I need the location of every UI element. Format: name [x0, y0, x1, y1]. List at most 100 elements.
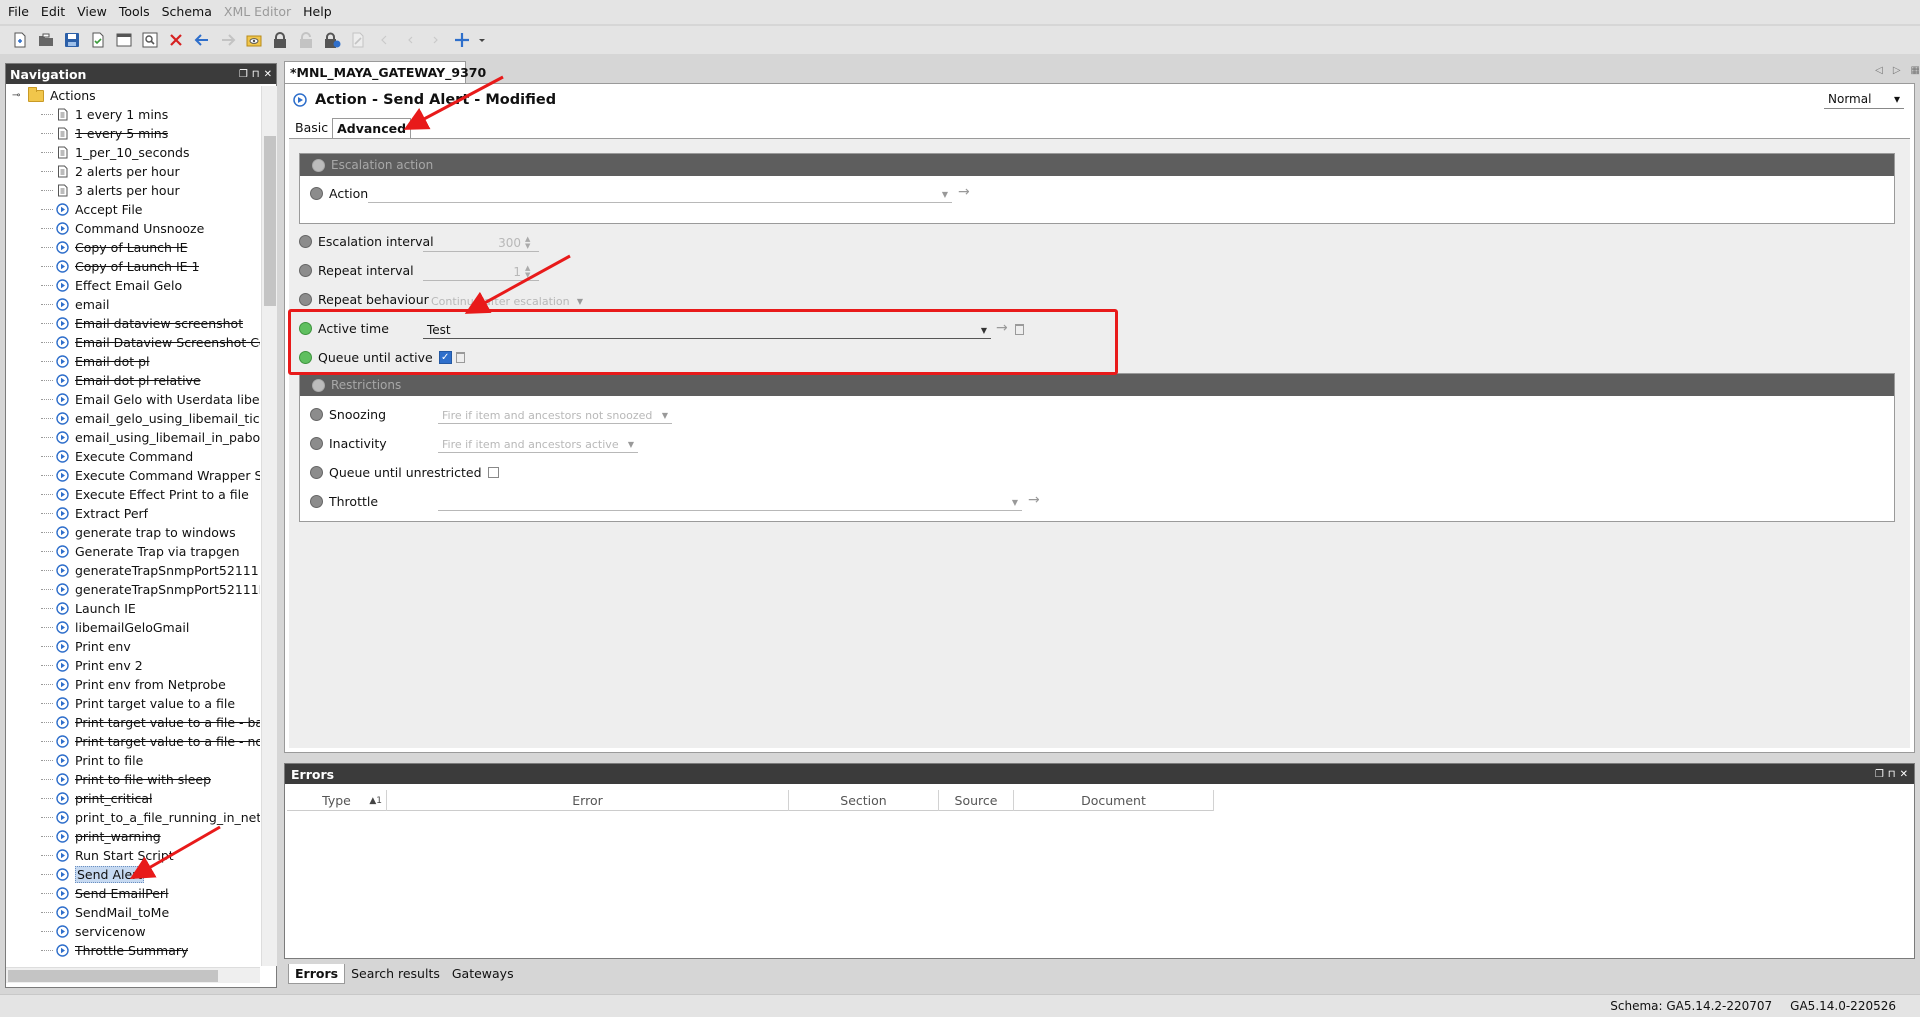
tree-item[interactable]: Print target value to a file - not wo: [6, 732, 260, 751]
tree-item[interactable]: 1 every 1 mins: [6, 105, 260, 124]
pin-icon[interactable]: ⊓: [1888, 769, 1896, 780]
close-icon[interactable]: ✕: [264, 69, 272, 80]
tree-item[interactable]: 1 every 5 mins: [6, 124, 260, 143]
column-error[interactable]: Error: [387, 790, 789, 811]
snoozing-select[interactable]: Fire if item and ancestors not snoozed ▼: [438, 407, 672, 424]
delete-icon[interactable]: [164, 28, 188, 52]
new-file-icon[interactable]: [8, 28, 32, 52]
escalation-action-header[interactable]: Escalation action: [300, 154, 1894, 176]
tree-item[interactable]: 1_per_10_seconds: [6, 143, 260, 162]
tab-scroll-right-icon[interactable]: ▷: [1893, 65, 1901, 76]
tree-item[interactable]: generateTrapSnmpPort52111: [6, 561, 260, 580]
unlock-icon[interactable]: [294, 28, 318, 52]
tab-advanced[interactable]: Advanced: [332, 118, 412, 138]
action-toggle-dot[interactable]: [310, 187, 323, 200]
nav-first-icon[interactable]: [372, 28, 396, 52]
tree-item[interactable]: Run Start Script: [6, 846, 260, 865]
menu-edit[interactable]: Edit: [35, 0, 71, 24]
add-icon[interactable]: [450, 28, 474, 52]
action-select[interactable]: ▼: [368, 186, 952, 203]
throttle-select[interactable]: ▼: [438, 494, 1022, 511]
repeat-interval-toggle-dot[interactable]: [299, 264, 312, 277]
tree-item[interactable]: servicenow: [6, 922, 260, 941]
tree-item[interactable]: generate trap to windows: [6, 523, 260, 542]
tree-item[interactable]: 2 alerts per hour: [6, 162, 260, 181]
tree-item[interactable]: Execute Effect Print to a file: [6, 485, 260, 504]
column-document[interactable]: Document: [1014, 790, 1214, 811]
tree-item[interactable]: Print target value to a file - bad int: [6, 713, 260, 732]
find-icon[interactable]: [138, 28, 162, 52]
tree-item[interactable]: Email Gelo with Userdata libemail: [6, 390, 260, 409]
tree-item[interactable]: generateTrapSnmpPort52111Net: [6, 580, 260, 599]
tree-item[interactable]: Print target value to a file: [6, 694, 260, 713]
navigation-horizontal-scrollbar[interactable]: [6, 967, 260, 983]
throttle-toggle-dot[interactable]: [310, 495, 323, 508]
escalation-interval-spinner[interactable]: ▲ ▼: [525, 236, 530, 250]
tree-item[interactable]: print_to_a_file_running_in_netprob: [6, 808, 260, 827]
lock-settings-icon[interactable]: [320, 28, 344, 52]
collapse-icon[interactable]: ⊸: [12, 90, 24, 101]
tree-root-actions[interactable]: ⊸ Actions: [6, 86, 260, 105]
tab-basic[interactable]: Basic: [291, 118, 332, 138]
restore-icon[interactable]: ❐: [1875, 769, 1884, 780]
tree-item[interactable]: Copy of Launch IE: [6, 238, 260, 257]
tree-item[interactable]: Extract Perf: [6, 504, 260, 523]
tab-errors[interactable]: Errors: [288, 964, 346, 984]
tab-scroll-left-icon[interactable]: ◁: [1875, 65, 1883, 76]
add-dropdown-chevron-down-icon[interactable]: [476, 28, 488, 52]
tree-item[interactable]: libemailGeloGmail: [6, 618, 260, 637]
forward-icon[interactable]: [216, 28, 240, 52]
repeat-interval-spinner[interactable]: ▲ ▼: [525, 265, 530, 279]
tree-item[interactable]: Accept File: [6, 200, 260, 219]
tree-item[interactable]: Copy of Launch IE 1: [6, 257, 260, 276]
save-icon[interactable]: [60, 28, 84, 52]
escalation-interval-input[interactable]: 300: [423, 235, 539, 252]
tab-search-results[interactable]: Search results: [345, 964, 446, 984]
folder-view-icon[interactable]: [242, 28, 266, 52]
validate-icon[interactable]: [86, 28, 110, 52]
tree-item[interactable]: email_using_libemail_in_pabo: [6, 428, 260, 447]
tree-item[interactable]: print_critical: [6, 789, 260, 808]
restore-icon[interactable]: ❐: [239, 69, 248, 80]
document-tab[interactable]: *MNL_MAYA_GATEWAY_9370: [284, 61, 486, 83]
tree-item[interactable]: SendMail_toMe: [6, 903, 260, 922]
tree-item[interactable]: Email dot pl relative: [6, 371, 260, 390]
tree-item[interactable]: 3 alerts per hour: [6, 181, 260, 200]
column-source[interactable]: Source: [939, 790, 1014, 811]
close-icon[interactable]: ✕: [1900, 769, 1908, 780]
menu-help[interactable]: Help: [297, 0, 338, 24]
inactivity-toggle-dot[interactable]: [310, 437, 323, 450]
tree-item[interactable]: Command Unsnooze: [6, 219, 260, 238]
menu-file[interactable]: File: [2, 0, 35, 24]
menu-schema[interactable]: Schema: [156, 0, 218, 24]
tab-gateways[interactable]: Gateways: [446, 964, 520, 984]
section-toggle-dot[interactable]: [312, 378, 325, 392]
section-toggle-dot[interactable]: [312, 158, 325, 172]
back-icon[interactable]: [190, 28, 214, 52]
column-type[interactable]: Type ▲1: [287, 790, 387, 811]
snoozing-toggle-dot[interactable]: [310, 408, 323, 421]
tree-item[interactable]: Execute Command: [6, 447, 260, 466]
column-section[interactable]: Section: [789, 790, 939, 811]
tree-item[interactable]: Print to file with sleep: [6, 770, 260, 789]
pin-icon[interactable]: ⊓: [252, 69, 260, 80]
tree-item[interactable]: Email Dataview Screenshot Comm: [6, 333, 260, 352]
tree-item[interactable]: Send EmailPerl: [6, 884, 260, 903]
go-to-link-icon[interactable]: →: [958, 184, 970, 200]
nav-prev-icon[interactable]: [398, 28, 422, 52]
tree-item[interactable]: Launch IE: [6, 599, 260, 618]
tree-item[interactable]: Print env from Netprobe: [6, 675, 260, 694]
window-icon[interactable]: [112, 28, 136, 52]
navigation-vertical-scrollbar[interactable]: [261, 86, 277, 966]
nav-next-icon[interactable]: [424, 28, 448, 52]
edit-document-icon[interactable]: [346, 28, 370, 52]
scrollbar-thumb[interactable]: [8, 970, 218, 982]
tree-item[interactable]: Print env 2: [6, 656, 260, 675]
tree-item[interactable]: email: [6, 295, 260, 314]
tree-item[interactable]: Email dot pl: [6, 352, 260, 371]
tree-item[interactable]: print_warning: [6, 827, 260, 846]
tree-item[interactable]: Print to file: [6, 751, 260, 770]
tree-item[interactable]: Execute Command Wrapper Scrip: [6, 466, 260, 485]
open-file-icon[interactable]: [34, 28, 58, 52]
inactivity-select[interactable]: Fire if item and ancestors active ▼: [438, 436, 638, 453]
